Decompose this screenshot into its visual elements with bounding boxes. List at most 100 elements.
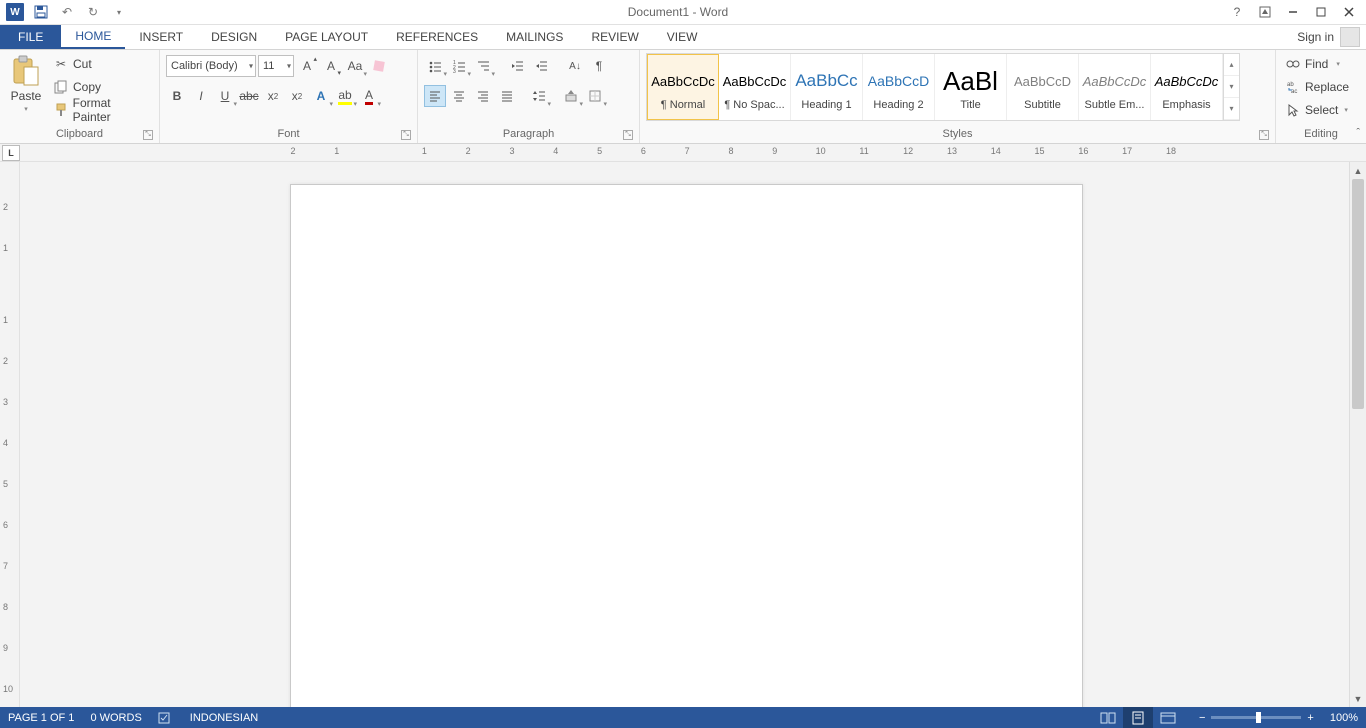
font-size-combo[interactable]: 11▾: [258, 55, 294, 77]
zoom-level[interactable]: 100%: [1330, 712, 1358, 724]
save-button[interactable]: [30, 2, 52, 22]
help-button[interactable]: ?: [1226, 2, 1248, 22]
text-effects-button[interactable]: A: [310, 85, 332, 107]
print-layout-button[interactable]: [1123, 707, 1153, 728]
svg-text:3: 3: [453, 69, 456, 73]
document-page[interactable]: [290, 184, 1083, 707]
tab-design[interactable]: DESIGN: [197, 25, 271, 49]
cut-button[interactable]: ✂Cut: [50, 53, 153, 75]
font-color-button[interactable]: A: [358, 85, 380, 107]
show-hide-button[interactable]: ¶: [588, 55, 610, 77]
vertical-scrollbar[interactable]: ▲ ▼: [1349, 162, 1366, 707]
redo-button[interactable]: ↻: [82, 2, 104, 22]
web-layout-button[interactable]: [1153, 707, 1183, 728]
tab-home[interactable]: HOME: [61, 25, 125, 49]
grow-font-button[interactable]: A▴: [296, 55, 318, 77]
zoom-track[interactable]: [1211, 716, 1301, 719]
status-language[interactable]: INDONESIAN: [190, 712, 258, 724]
paragraph-dialog-launcher[interactable]: ⤡: [623, 130, 633, 140]
tab-file[interactable]: FILE: [0, 25, 61, 49]
format-painter-button[interactable]: Format Painter: [50, 99, 153, 121]
bold-button[interactable]: B: [166, 85, 188, 107]
style-item-0[interactable]: AaBbCcDc¶ Normal: [647, 54, 719, 120]
tab-references[interactable]: REFERENCES: [382, 25, 492, 49]
gallery-down-button[interactable]: ▾: [1224, 76, 1239, 98]
collapse-ribbon-button[interactable]: ˆ: [1356, 127, 1360, 139]
style-item-6[interactable]: AaBbCcDcSubtle Em...: [1079, 54, 1151, 120]
style-name: Heading 2: [873, 99, 923, 111]
justify-button[interactable]: [496, 85, 518, 107]
scissors-icon: ✂: [53, 56, 69, 72]
tab-mailings[interactable]: MAILINGS: [492, 25, 577, 49]
spellcheck-icon[interactable]: [158, 711, 174, 725]
align-right-button[interactable]: [472, 85, 494, 107]
subscript-button[interactable]: x2: [262, 85, 284, 107]
multilevel-list-button[interactable]: [472, 55, 494, 77]
find-button[interactable]: Find▾: [1282, 53, 1352, 75]
tab-review[interactable]: REVIEW: [577, 25, 652, 49]
group-styles: AaBbCcDc¶ NormalAaBbCcDc¶ No Spac...AaBb…: [640, 50, 1276, 143]
style-item-3[interactable]: AaBbCcDHeading 2: [863, 54, 935, 120]
gallery-more-button[interactable]: ▾: [1224, 98, 1239, 120]
user-avatar-icon[interactable]: [1340, 27, 1360, 47]
scroll-up-button[interactable]: ▲: [1350, 162, 1366, 179]
replace-icon: abac: [1285, 79, 1301, 95]
zoom-slider[interactable]: − +: [1199, 712, 1314, 724]
status-words[interactable]: 0 WORDS: [90, 712, 141, 724]
signin-link[interactable]: Sign in: [1297, 30, 1334, 44]
zoom-out-button[interactable]: −: [1199, 712, 1205, 724]
italic-button[interactable]: I: [190, 85, 212, 107]
styles-gallery-scroll: ▴▾▾: [1223, 54, 1239, 120]
scroll-down-button[interactable]: ▼: [1350, 690, 1366, 707]
status-page[interactable]: PAGE 1 OF 1: [8, 712, 74, 724]
increase-indent-button[interactable]: [530, 55, 552, 77]
tab-page-layout[interactable]: PAGE LAYOUT: [271, 25, 382, 49]
close-button[interactable]: [1338, 2, 1360, 22]
paste-button[interactable]: Paste ▾: [6, 53, 46, 115]
shrink-font-button[interactable]: A▾: [320, 55, 342, 77]
underline-button[interactable]: U: [214, 85, 236, 107]
style-item-5[interactable]: AaBbCcDSubtitle: [1007, 54, 1079, 120]
qat-customize-button[interactable]: ▾: [108, 2, 130, 22]
tab-insert[interactable]: INSERT: [125, 25, 197, 49]
strikethrough-button[interactable]: abc: [238, 85, 260, 107]
bullets-button[interactable]: [424, 55, 446, 77]
zoom-in-button[interactable]: +: [1307, 712, 1313, 724]
style-item-4[interactable]: AaBlTitle: [935, 54, 1007, 120]
align-left-button[interactable]: [424, 85, 446, 107]
scrollbar-thumb[interactable]: [1352, 179, 1364, 409]
align-center-button[interactable]: [448, 85, 470, 107]
style-item-1[interactable]: AaBbCcDc¶ No Spac...: [719, 54, 791, 120]
highlight-button[interactable]: ab: [334, 85, 356, 107]
horizontal-ruler[interactable]: L 21123456789101112131415161718: [0, 144, 1366, 162]
decrease-indent-button[interactable]: [506, 55, 528, 77]
shading-button[interactable]: [560, 85, 582, 107]
gallery-up-button[interactable]: ▴: [1224, 54, 1239, 76]
copy-button[interactable]: Copy: [50, 76, 153, 98]
sort-button[interactable]: A↓: [564, 55, 586, 77]
zoom-handle[interactable]: [1256, 712, 1261, 723]
line-spacing-button[interactable]: [528, 85, 550, 107]
borders-button[interactable]: [584, 85, 606, 107]
ribbon-display-options-button[interactable]: [1254, 2, 1276, 22]
change-case-button[interactable]: Aa: [344, 55, 366, 77]
superscript-button[interactable]: x2: [286, 85, 308, 107]
numbering-button[interactable]: 123: [448, 55, 470, 77]
style-name: Title: [960, 99, 980, 111]
clear-formatting-button[interactable]: [368, 55, 390, 77]
tab-view[interactable]: VIEW: [653, 25, 712, 49]
select-button[interactable]: Select▾: [1282, 99, 1352, 121]
font-dialog-launcher[interactable]: ⤡: [401, 130, 411, 140]
styles-dialog-launcher[interactable]: ⤡: [1259, 130, 1269, 140]
read-mode-button[interactable]: [1093, 707, 1123, 728]
replace-button[interactable]: abacReplace: [1282, 76, 1352, 98]
maximize-button[interactable]: [1310, 2, 1332, 22]
style-item-2[interactable]: AaBbCcHeading 1: [791, 54, 863, 120]
undo-button[interactable]: ↶: [56, 2, 78, 22]
clipboard-dialog-launcher[interactable]: ⤡: [143, 130, 153, 140]
tab-selector[interactable]: L: [2, 145, 20, 161]
vertical-ruler[interactable]: 211234567891011: [0, 162, 20, 707]
font-name-combo[interactable]: Calibri (Body)▾: [166, 55, 256, 77]
style-item-7[interactable]: AaBbCcDcEmphasis: [1151, 54, 1223, 120]
minimize-button[interactable]: [1282, 2, 1304, 22]
